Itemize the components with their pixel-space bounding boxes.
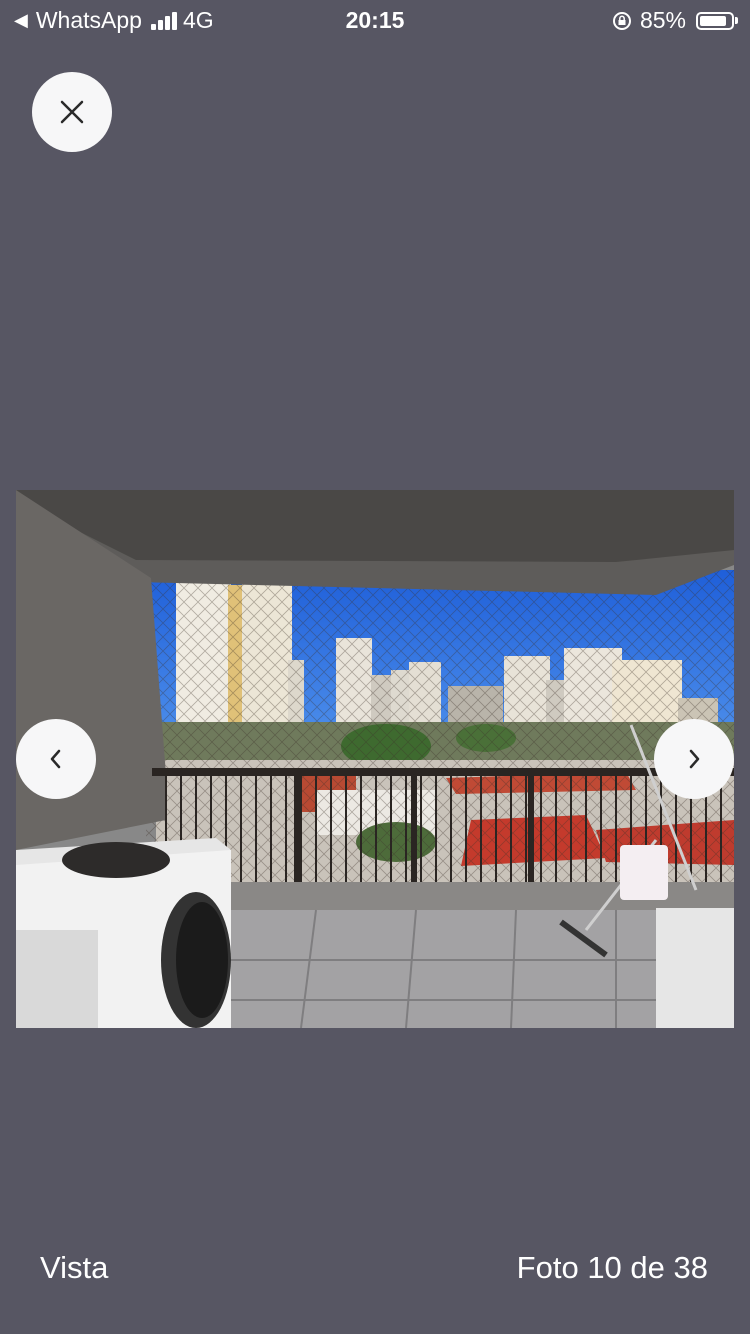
orientation-lock-icon xyxy=(612,11,631,30)
chevron-left-icon xyxy=(50,749,61,769)
battery-icon xyxy=(696,11,738,30)
listing-photo xyxy=(16,490,734,1028)
photo-caption: Vista xyxy=(40,1250,109,1285)
chevron-right-icon xyxy=(689,749,700,769)
previous-photo-button[interactable] xyxy=(16,719,96,799)
battery-percent: 85% xyxy=(639,7,686,33)
close-icon xyxy=(60,100,84,124)
next-photo-button[interactable] xyxy=(654,719,734,799)
photo-counter: Foto 10 de 38 xyxy=(516,1250,708,1285)
status-bar: ◀ WhatsApp 4G 20:15 85% xyxy=(0,0,750,40)
close-button[interactable] xyxy=(32,72,112,152)
